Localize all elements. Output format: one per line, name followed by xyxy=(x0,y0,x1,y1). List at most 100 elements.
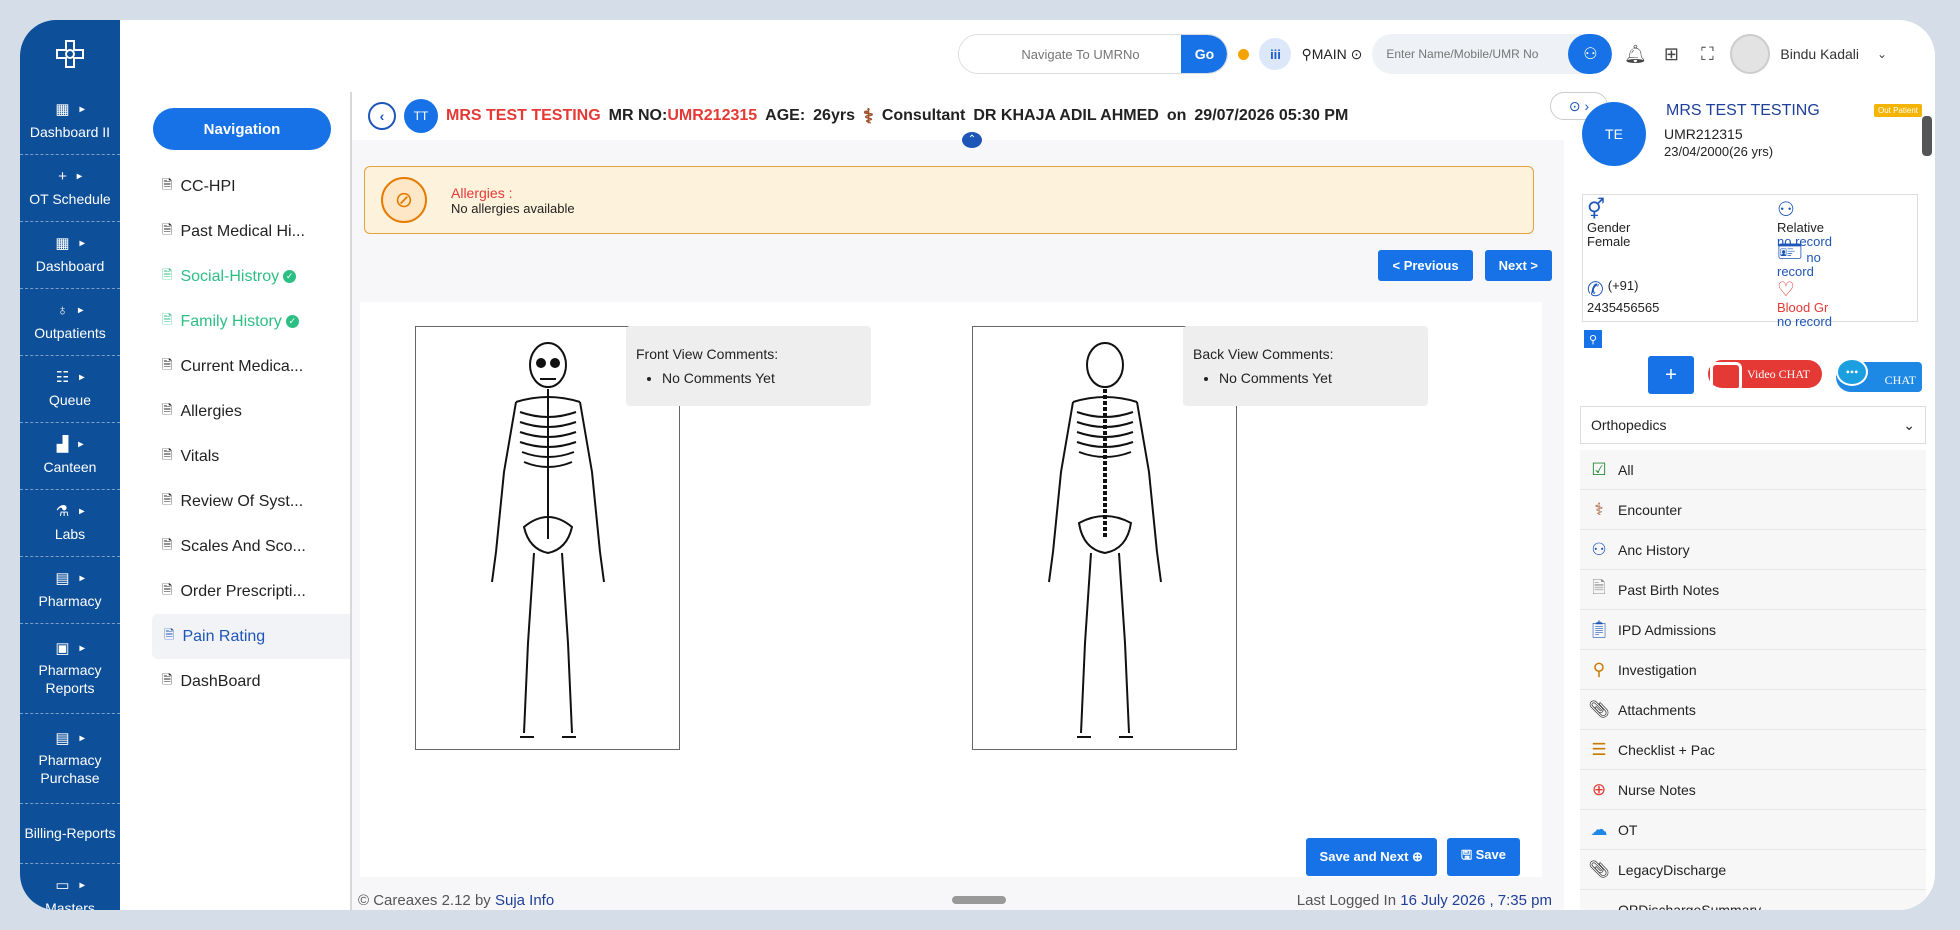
list-item-nurse-notes[interactable]: ⊕ Nurse Notes xyxy=(1580,770,1926,810)
list-item-op-discharge-summary[interactable]: OPDischargeSummary xyxy=(1580,890,1926,910)
back-chevron-icon[interactable]: ‹ xyxy=(368,102,396,130)
patient-name: MRS TEST TESTING xyxy=(446,107,601,124)
sidebar-item-pharmacy-reports[interactable]: ▣ ▸ Pharmacy Reports xyxy=(20,624,120,714)
previous-button[interactable]: < Previous xyxy=(1378,250,1473,281)
phone-info: ✆ (+91) 2435456565 xyxy=(1587,278,1660,315)
list-item-all[interactable]: ☑ All xyxy=(1580,450,1926,490)
phone-icon: ✆ xyxy=(1587,279,1604,301)
avatar[interactable] xyxy=(1730,34,1771,74)
patient-umr: UMR212315 xyxy=(1664,126,1743,142)
nav-item-vitals[interactable]: 🗎 Vitals xyxy=(130,434,370,479)
collapse-up-icon[interactable]: ⌃ xyxy=(962,132,982,148)
company-link[interactable]: Suja Info xyxy=(495,892,554,909)
sidebar-item-dashboard-ii[interactable]: ▦ ▸ Dashboard II xyxy=(20,88,120,155)
doctor-icon: ⚇ xyxy=(1591,539,1607,559)
status-badge: Out Patient xyxy=(1874,104,1923,117)
nav-item-pain-rating[interactable]: 🗎Pain Rating→ xyxy=(152,614,395,659)
fullscreen-icon[interactable]: ⛶ xyxy=(1694,44,1720,65)
chevron-down-icon[interactable]: ⌄ xyxy=(1869,47,1895,61)
umr-navigate-input[interactable] xyxy=(959,35,1182,73)
flask-icon: ⚗ xyxy=(55,502,70,520)
queue-icon: ☷ xyxy=(55,368,70,386)
main-content: ‹ TT MRS TEST TESTING MR NO: UMR212315 AG… xyxy=(352,92,1564,910)
patient-dob: 23/04/2000(26 yrs) xyxy=(1664,144,1774,159)
document-icon: 🗎 xyxy=(162,671,173,687)
list-item-past-birth-notes[interactable]: 🗎 Past Birth Notes xyxy=(1580,570,1926,610)
checklist-icon: ☰ xyxy=(1591,739,1607,759)
person-icon: ⚇ xyxy=(1777,199,1795,221)
store-icon: ▤ xyxy=(55,569,70,587)
nav-item-current-medication[interactable]: 🗎 Current Medica... xyxy=(130,344,370,389)
sidebar-item-dashboard[interactable]: ▦ ▸ Dashboard xyxy=(20,222,120,289)
add-button[interactable]: + xyxy=(1648,356,1694,394)
user-search-icon[interactable]: ⚇ xyxy=(1568,34,1613,74)
video-chat-button[interactable]: Video CHAT xyxy=(1708,360,1822,392)
chat-button[interactable]: ••• CHAT xyxy=(1836,358,1922,392)
ot-icon: ☁ xyxy=(1590,819,1608,839)
check-icon: ✓ xyxy=(283,270,297,283)
go-button[interactable]: Go xyxy=(1181,35,1228,73)
id-card-icon: 🪪︎ xyxy=(1777,241,1803,263)
sidebar-item-canteen[interactable]: ▟ ▸ Canteen xyxy=(20,423,120,490)
sidebar-item-pharmacy-purchase[interactable]: ▤ ▸ Pharmacy Purchase xyxy=(20,714,120,804)
app-frame: ▦ ▸ Dashboard II + ▸ OT Schedule ▦ ▸ Dashboard… xyxy=(20,20,1935,910)
nav-item-scales-and-scores[interactable]: 🗎 Scales And Sco... xyxy=(130,524,370,569)
gender-icon: ⚥ xyxy=(1587,199,1606,221)
sitemap-icon[interactable]: ⊞ xyxy=(1658,44,1684,65)
nav-item-allergies[interactable]: 🗎 Allergies xyxy=(130,389,370,434)
list-item-ipd-admissions[interactable]: 📋︎ IPD Admissions xyxy=(1580,610,1926,650)
nav-item-dashboard[interactable]: 🗎 DashBoard xyxy=(130,659,370,704)
patient-info-panel: ⊙ › TE MRS TEST TESTING Out Patient UMR2… xyxy=(1550,90,1934,910)
bell-icon[interactable]: 🔔︎ xyxy=(1622,44,1648,65)
list-item-legacy-discharge[interactable]: 📎︎ LegacyDischarge xyxy=(1580,850,1926,890)
nav-item-past-medical[interactable]: 🗎 Past Medical Hi... xyxy=(130,209,370,254)
nav-item-cc-hpi[interactable]: 🗎 CC-HPI xyxy=(130,164,370,209)
specialty-select[interactable]: Orthopedics ⌄ xyxy=(1580,406,1926,444)
purchase-icon: ▤ xyxy=(55,729,70,747)
navigation-title[interactable]: Navigation xyxy=(153,108,331,150)
sidebar-item-pharmacy[interactable]: ▤ ▸ Pharmacy xyxy=(20,557,120,624)
search-icon[interactable]: ⚲ xyxy=(1584,330,1602,348)
app-logo-icon[interactable] xyxy=(20,20,120,88)
patient-search-input[interactable] xyxy=(1372,34,1569,74)
canteen-icon: ▟ xyxy=(56,435,69,453)
sidebar-item-labs[interactable]: ⚗ ▸ Labs xyxy=(20,490,120,557)
main-sidebar: ▦ ▸ Dashboard II + ▸ OT Schedule ▦ ▸ Dashboard… xyxy=(20,20,120,910)
save-and-next-button[interactable]: Save and Next ⊕ xyxy=(1305,838,1437,876)
list-item-attachments[interactable]: 📎︎ Attachments xyxy=(1580,690,1926,730)
nav-item-review-of-systems[interactable]: 🗎 Review Of Syst... xyxy=(130,479,370,524)
clipboard-icon: 📋︎ xyxy=(1588,619,1610,639)
sidebar-item-queue[interactable]: ☷ ▸ Queue xyxy=(20,356,120,423)
save-button[interactable]: 🖫 Save xyxy=(1446,838,1520,876)
pain-rating-area: Front View Comments: No Comments Yet xyxy=(360,302,1542,877)
nav-item-order-prescription[interactable]: 🗎 Order Prescripti... xyxy=(130,569,370,614)
sidebar-item-masters[interactable]: ▭ ▸ Masters xyxy=(20,864,120,910)
document-icon: 🗎 xyxy=(162,581,173,597)
consultant-label: Consultant xyxy=(881,107,966,124)
list-item-investigation[interactable]: ⚲ Investigation xyxy=(1580,650,1926,690)
list-item-checklist-pac[interactable]: ☰ Checklist + Pac xyxy=(1580,730,1926,770)
list-item-anc-history[interactable]: ⚇ Anc History xyxy=(1580,530,1926,570)
allergy-alert: ⊘ Allergies : No allergies available xyxy=(364,166,1534,234)
sidebar-item-billing-reports[interactable]: Billing-Reports xyxy=(20,804,120,864)
blood-drop-icon: ♡ xyxy=(1777,279,1795,301)
umr-navigate-group: Go xyxy=(958,34,1229,74)
list-item-encounter[interactable]: ⚕ Encounter xyxy=(1580,490,1926,530)
sidebar-item-outpatients[interactable]: ♁ ▸ Outpatients xyxy=(20,289,120,356)
location-selector[interactable]: ⚲MAIN ⊙ xyxy=(1301,46,1362,63)
nav-item-social-history[interactable]: 🗎 Social-Histroy ✓ xyxy=(130,254,370,299)
nav-item-family-history[interactable]: 🗎 Family History ✓ xyxy=(130,299,370,344)
top-bar: Go iii ⚲MAIN ⊙ ⚇ 🔔︎ ⊞ ⛶ Bindu Kadali ⌄ xyxy=(120,20,1935,88)
sidebar-item-ot-schedule[interactable]: + ▸ OT Schedule xyxy=(20,155,120,222)
notes-icon: 🗎 xyxy=(1592,578,1606,597)
list-item-ot[interactable]: ☁ OT xyxy=(1580,810,1926,850)
gender-info: ⚥ Gender Female xyxy=(1587,199,1631,250)
user-name[interactable]: Bindu Kadali xyxy=(1780,46,1859,62)
scrollbar[interactable] xyxy=(1922,116,1932,156)
consultant-name: DR KHAJA ADIL AHMED xyxy=(973,107,1159,124)
footer: © Careaxes 2.12 by Suja Info Last Logged… xyxy=(352,892,1564,910)
grid-icon: ▦ xyxy=(55,100,70,118)
next-button[interactable]: Next > xyxy=(1484,250,1552,281)
status-dot xyxy=(1238,48,1250,60)
people-icon[interactable]: iii xyxy=(1259,38,1292,70)
